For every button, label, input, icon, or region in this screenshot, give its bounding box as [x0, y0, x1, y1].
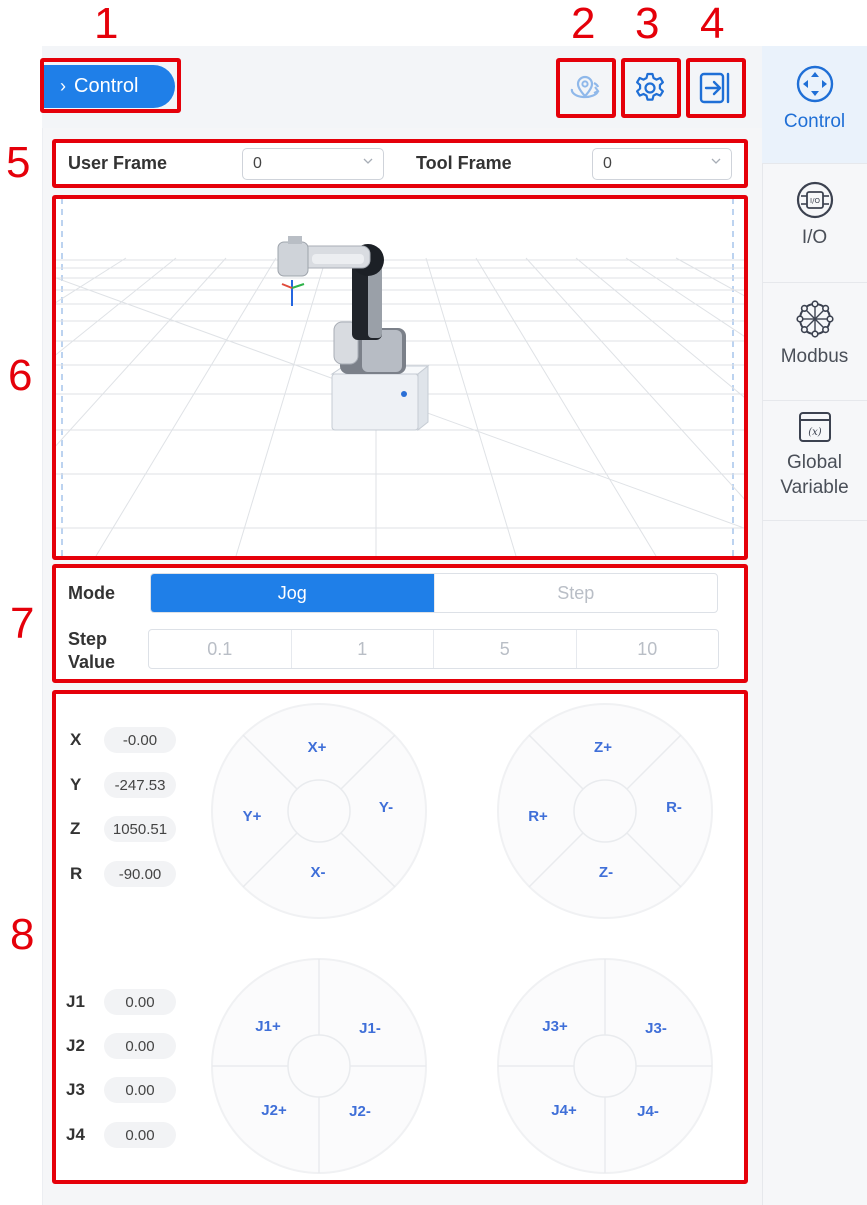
control-breadcrumb-label: Control [74, 75, 139, 97]
sidebar-item-label-line1: Global [787, 452, 842, 473]
jog-j3-plus-button[interactable]: J3+ [525, 1018, 585, 1035]
svg-text:I/O: I/O [810, 197, 820, 205]
joint-label-j2: J2 [66, 1036, 85, 1055]
user-frame-value: 0 [253, 155, 262, 172]
annotation-number-8: 8 [10, 910, 35, 959]
annotation-number-6: 6 [8, 351, 33, 400]
sidebar-item-label: I/O [801, 227, 828, 248]
jog-x-plus-button[interactable]: X+ [287, 739, 347, 756]
coord-label-y: Y [70, 775, 82, 794]
jog-j2-plus-button[interactable]: J2+ [244, 1102, 304, 1119]
tool-frame-select[interactable]: 0 [592, 148, 732, 180]
tool-frame-label: Tool Frame [416, 153, 512, 173]
jog-z-plus-button[interactable]: Z+ [573, 739, 633, 756]
j3-j4-wheel-shape [497, 958, 713, 1174]
mode-toggle: Jog Step [150, 573, 718, 613]
annotation-number-4: 4 [700, 0, 725, 48]
coord-value-x: -0.00 [104, 727, 176, 753]
step-value-label: Step Value [68, 628, 115, 673]
robot-arm-scene [56, 198, 744, 556]
jog-j3-minus-button[interactable]: J3- [626, 1020, 686, 1037]
exit-panel-icon [699, 72, 730, 104]
step-value-option[interactable]: 1 [292, 630, 434, 668]
joint-label-j3: J3 [66, 1080, 85, 1099]
svg-text:(x): (x) [808, 427, 822, 438]
joint-value-j1: 0.00 [104, 989, 176, 1015]
annotation-number-1: 1 [94, 0, 119, 48]
step-value-option[interactable]: 10 [577, 630, 719, 668]
sidebar-item-label: Global Variable [780, 451, 848, 500]
sidebar-item-global-variable[interactable]: (x) Global Variable [762, 401, 867, 521]
coord-value-y: -247.53 [104, 772, 176, 798]
annotation-number-2: 2 [571, 0, 596, 48]
jog-z-minus-button[interactable]: Z- [576, 864, 636, 881]
step-value-selector: 0.1 1 5 10 [148, 629, 719, 669]
io-icon: I/O [796, 181, 833, 219]
annotation-number-3: 3 [635, 0, 660, 48]
annotation-number-7: 7 [10, 599, 35, 648]
robot-3d-viewport[interactable] [56, 198, 744, 556]
sidebar-item-label-line2: Variable [780, 476, 849, 498]
coord-value-z: 1050.51 [104, 816, 176, 842]
coord-label-z: Z [70, 819, 81, 838]
mode-label: Mode [68, 583, 115, 603]
annotation-number-5: 5 [6, 138, 31, 187]
mode-option-step[interactable]: Step [435, 574, 718, 612]
modbus-icon [795, 300, 834, 338]
coord-value-r: -90.00 [104, 861, 176, 887]
xy-jog-wheel[interactable]: X+ Y+ Y- X- [210, 702, 428, 920]
sidebar-item-control[interactable]: Control [762, 46, 867, 164]
jog-x-minus-button[interactable]: X- [288, 864, 348, 881]
control-breadcrumb-button[interactable]: › Control [44, 65, 175, 108]
j1-j2-wheel-shape [211, 958, 427, 1174]
jog-j4-plus-button[interactable]: J4+ [534, 1102, 594, 1119]
control-icon [796, 65, 833, 103]
j1-j2-jog-wheel[interactable]: J1+ J1- J2+ J2- [210, 957, 428, 1175]
jog-j1-minus-button[interactable]: J1- [340, 1020, 400, 1037]
chevron-down-icon [711, 158, 721, 164]
gear-icon [636, 72, 664, 101]
jog-j2-minus-button[interactable]: J2- [330, 1103, 390, 1120]
mode-option-jog[interactable]: Jog [151, 574, 435, 612]
variable-icon: (x) [798, 412, 831, 442]
jog-j4-minus-button[interactable]: J4- [618, 1103, 678, 1120]
collapse-panel-button[interactable] [691, 64, 739, 112]
joint-value-j4: 0.00 [104, 1122, 176, 1148]
sidebar-item-modbus[interactable]: Modbus [762, 283, 867, 401]
jog-y-minus-button[interactable]: Y- [356, 799, 416, 816]
rotate-view-icon [570, 75, 600, 99]
jog-j1-plus-button[interactable]: J1+ [238, 1018, 298, 1035]
joint-value-j3: 0.00 [104, 1077, 176, 1103]
joint-value-j2: 0.00 [104, 1033, 176, 1059]
reset-view-button[interactable] [561, 64, 609, 112]
chevron-down-icon [363, 158, 373, 164]
chevron-right-icon: › [60, 76, 66, 96]
sidebar-item-label: Modbus [780, 346, 849, 367]
joint-label-j4: J4 [66, 1125, 85, 1144]
joint-label-j1: J1 [66, 992, 85, 1011]
jog-r-minus-button[interactable]: R- [644, 799, 704, 816]
zr-jog-wheel[interactable]: Z+ R+ R- Z- [496, 702, 714, 920]
sidebar-item-label: Control [783, 111, 846, 132]
step-value-label-line2: Value [68, 651, 116, 672]
user-frame-label: User Frame [68, 153, 168, 173]
step-value-label-line1: Step [68, 629, 108, 649]
coord-label-x: X [70, 730, 82, 749]
step-value-option[interactable]: 5 [434, 630, 577, 668]
sidebar-item-io[interactable]: I/O I/O [762, 164, 867, 283]
step-value-option[interactable]: 0.1 [149, 630, 292, 668]
user-frame-select[interactable]: 0 [242, 148, 384, 180]
tool-frame-value: 0 [603, 155, 612, 172]
settings-button[interactable] [626, 64, 674, 112]
jog-r-plus-button[interactable]: R+ [508, 808, 568, 825]
jog-y-plus-button[interactable]: Y+ [222, 808, 282, 825]
coord-label-r: R [70, 864, 83, 883]
j3-j4-jog-wheel[interactable]: J3+ J3- J4+ J4- [496, 957, 714, 1175]
